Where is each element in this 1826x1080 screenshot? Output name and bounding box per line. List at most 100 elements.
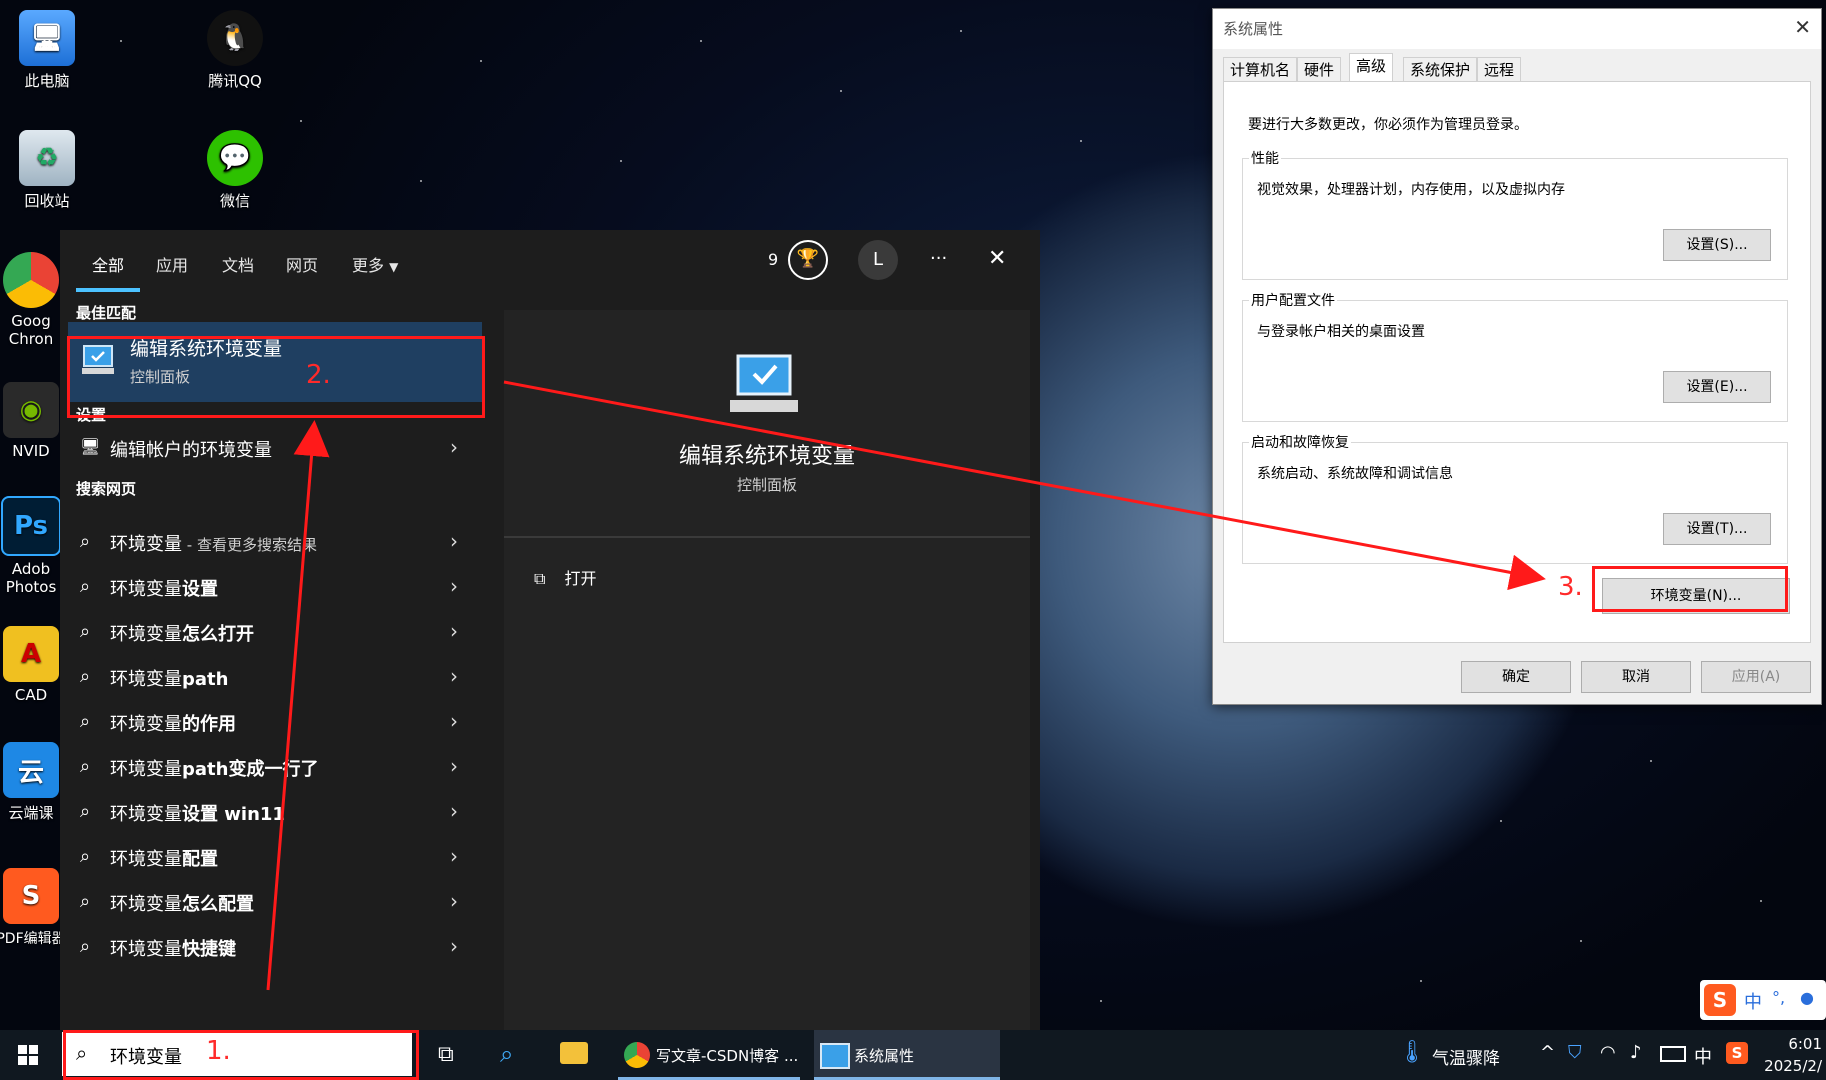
desktop-icon-pdf-editor[interactable]: S PDF编辑器 [0, 868, 66, 948]
open-action-label: 打开 [564, 569, 597, 588]
annotation-step3-label: 3. [1558, 572, 1583, 602]
annotation-box-step2 [67, 336, 485, 418]
desktop-icon-this-pc[interactable]: 🖥 此电脑 [2, 10, 92, 91]
web-result-item[interactable]: ⌕ 环境变量path › [68, 655, 482, 699]
chevron-right-icon: › [450, 619, 458, 643]
clock-time: 6:01 [1788, 1035, 1822, 1053]
recycle-bin-icon: ♻ [19, 130, 75, 186]
tab-more[interactable]: 更多 ▼ [352, 252, 398, 276]
chevron-right-icon: › [450, 574, 458, 598]
clock[interactable]: 6:01 2025/2/ [1764, 1033, 1822, 1077]
sogou-tray-icon[interactable]: S [1726, 1042, 1748, 1064]
user-profiles-settings-button[interactable]: 设置(E)... [1663, 371, 1771, 403]
ime-language[interactable]: 中 [1744, 988, 1762, 1014]
performance-title: 性能 [1249, 148, 1281, 168]
wechat-icon: 💬 [207, 130, 263, 186]
close-icon[interactable]: ✕ [1794, 15, 1811, 39]
yunduan-icon: 云 [3, 742, 59, 798]
microphone-icon[interactable]: ● [1800, 988, 1814, 1007]
ime-language-indicator[interactable]: 中 [1694, 1043, 1712, 1069]
search-icon: ⌕ [80, 576, 91, 597]
weather-text[interactable]: 气温骤降 [1432, 1044, 1500, 1069]
security-shield-icon[interactable]: ⛉ [1568, 1042, 1582, 1063]
performance-settings-button[interactable]: 设置(S)... [1663, 229, 1771, 261]
web-result-suffix: - 查看更多搜索结果 [182, 536, 317, 554]
performance-group: 性能 视觉效果，处理器计划，内存使用，以及虚拟内存 设置(S)... [1242, 148, 1788, 280]
tab-remote[interactable]: 远程 [1477, 57, 1522, 82]
desktop-icon-yunduan[interactable]: 云 云端课 [0, 742, 66, 823]
tab-computer-name[interactable]: 计算机名 [1223, 57, 1298, 82]
chrome-icon [624, 1042, 650, 1068]
photoshop-icon: Ps [1, 496, 61, 556]
desktop-icon-cad[interactable]: A CAD [0, 626, 66, 704]
web-result-query-suggestion: path变成一行了 [182, 759, 319, 780]
web-result-item[interactable]: ⌕ 环境变量设置 › [68, 565, 482, 609]
tab-hardware[interactable]: 硬件 [1297, 57, 1342, 82]
user-profiles-group: 用户配置文件 与登录帐户相关的桌面设置 设置(E)... [1242, 290, 1788, 422]
tray-chevron-up-icon[interactable]: ^ [1540, 1042, 1555, 1063]
search-app-icon[interactable]: ⌕ [500, 1040, 513, 1068]
chevron-right-icon: › [450, 709, 458, 733]
web-result-label: 环境变量快捷键 [110, 935, 236, 961]
tab-advanced[interactable]: 高级 [1349, 53, 1394, 83]
open-action[interactable]: ⧉ 打开 [534, 565, 597, 589]
desktop-icon-photoshop[interactable]: Ps Adob Photos [0, 496, 66, 596]
performance-desc: 视觉效果，处理器计划，内存使用，以及虚拟内存 [1257, 182, 1565, 198]
tab-all[interactable]: 全部 [92, 252, 124, 276]
settings-result-item[interactable]: 🖥 编辑帐户的环境变量 › [68, 426, 482, 470]
settings-result-label: 编辑帐户的环境变量 [110, 440, 272, 461]
tab-web[interactable]: 网页 [286, 252, 318, 276]
more-options-icon[interactable]: ··· [930, 248, 947, 269]
cancel-button[interactable]: 取消 [1581, 661, 1691, 693]
close-icon[interactable]: ✕ [988, 246, 1006, 271]
startup-recovery-settings-button[interactable]: 设置(T)... [1663, 513, 1771, 545]
annotation-box-step1 [63, 1030, 419, 1080]
volume-icon[interactable]: ♪ [1630, 1042, 1642, 1063]
web-result-item[interactable]: ⌕ 环境变量 - 查看更多搜索结果 › [68, 520, 482, 564]
search-icon: ⌕ [80, 756, 91, 777]
desktop-icon-nvidia[interactable]: ◉ NVID [0, 382, 66, 460]
file-explorer-icon[interactable] [560, 1042, 588, 1064]
startup-recovery-title: 启动和故障恢复 [1249, 432, 1351, 452]
windows-start-icon[interactable] [18, 1045, 38, 1065]
tab-system-protection[interactable]: 系统保护 [1403, 57, 1478, 82]
taskbar-app-system-properties[interactable]: 系统属性 [814, 1030, 1000, 1080]
web-result-query-prefix: 环境变量 [110, 669, 182, 690]
tab-apps[interactable]: 应用 [156, 252, 188, 276]
web-result-item[interactable]: ⌕ 环境变量配置 › [68, 835, 482, 879]
avatar[interactable]: L [858, 240, 898, 280]
web-result-item[interactable]: ⌕ 环境变量怎么配置 › [68, 880, 482, 924]
desktop-icon-qq[interactable]: 🐧 腾讯QQ [190, 10, 280, 91]
pdf-editor-icon: S [3, 868, 59, 924]
desktop-icon-label: Adob Photos [5, 560, 57, 596]
rewards-trophy-icon[interactable]: 🏆 [788, 240, 828, 280]
web-result-item[interactable]: ⌕ 环境变量path变成一行了 › [68, 745, 482, 789]
apply-button[interactable]: 应用(A) [1701, 661, 1811, 693]
desktop-icon-recycle-bin[interactable]: ♻ 回收站 [2, 130, 92, 211]
chevron-right-icon: › [450, 664, 458, 688]
ime-toolbar[interactable]: S 中 °, ● [1700, 980, 1826, 1020]
web-result-query-suggestion: 快捷键 [182, 939, 236, 960]
task-view-icon[interactable]: ⧉ [438, 1042, 454, 1067]
chevron-right-icon: › [450, 754, 458, 778]
desktop-icon-label: PDF编辑器 [0, 931, 66, 947]
desktop-icon-chrome[interactable]: Goog Chron [0, 252, 66, 348]
nvidia-icon: ◉ [3, 382, 59, 438]
startup-recovery-desc: 系统启动、系统故障和调试信息 [1257, 466, 1453, 482]
search-icon: ⌕ [80, 666, 91, 687]
web-result-item[interactable]: ⌕ 环境变量设置 win11 › [68, 790, 482, 834]
ok-button[interactable]: 确定 [1461, 661, 1571, 693]
desktop-icon-wechat[interactable]: 💬 微信 [190, 130, 280, 211]
web-result-query-suggestion: 怎么打开 [182, 624, 254, 645]
web-result-item[interactable]: ⌕ 环境变量的作用 › [68, 700, 482, 744]
wifi-icon[interactable]: ◠ [1600, 1042, 1616, 1063]
taskbar-app-label: 系统属性 [854, 1047, 915, 1065]
tab-documents[interactable]: 文档 [222, 252, 254, 276]
web-result-item[interactable]: ⌕ 环境变量快捷键 › [68, 925, 482, 969]
battery-icon[interactable] [1660, 1046, 1686, 1062]
web-result-query-prefix: 环境变量 [110, 804, 182, 825]
ime-punctuation[interactable]: °, [1772, 988, 1785, 1007]
web-result-item[interactable]: ⌕ 环境变量怎么打开 › [68, 610, 482, 654]
taskbar-app-chrome[interactable]: 写文章-CSDN博客 ... [618, 1030, 800, 1080]
web-result-query-suggestion: 设置 win11 [182, 804, 285, 825]
